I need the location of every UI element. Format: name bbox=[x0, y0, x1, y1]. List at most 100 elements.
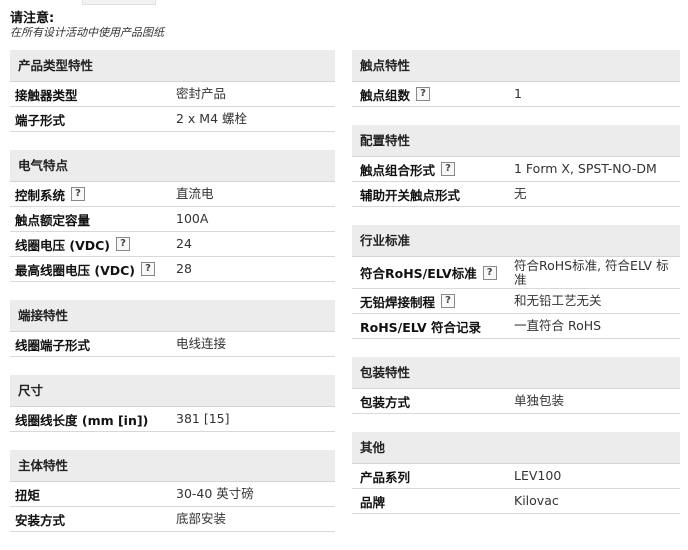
spec-label-cell: 触点组合形式? bbox=[352, 160, 514, 179]
spec-row: 线圈线长度 (mm [in]) 381 [15] bbox=[10, 407, 335, 432]
note-title: 请注意: bbox=[10, 11, 55, 26]
help-icon[interactable]: ? bbox=[416, 87, 431, 101]
spec-label-cell: 扭矩 bbox=[10, 485, 176, 504]
note-subtitle: 在所有设计活动中使用产品图纸 bbox=[10, 26, 164, 39]
spec-value: Kilovac bbox=[514, 493, 559, 508]
spec-row: 无铅焊接制程? 和无铅工艺无关 bbox=[352, 289, 680, 314]
spec-section: 主体特性 扭矩 30-40 英寸磅 安装方式 底部安装 bbox=[10, 450, 335, 532]
spec-value: 100A bbox=[176, 211, 209, 226]
spec-label: 端子形式 bbox=[15, 112, 66, 128]
spec-label-cell: 辅助开关触点形式 bbox=[352, 185, 514, 204]
spec-label: 线圈电压 (VDC) bbox=[15, 237, 111, 253]
spec-label-cell: 安装方式 bbox=[10, 510, 176, 529]
spec-section: 产品类型特性接触器类型 密封产品端子形式 2 x M4 螺栓 bbox=[10, 50, 335, 132]
note-block: 请注意: 在所有设计活动中使用产品图纸 bbox=[10, 11, 164, 40]
spec-label: 扭矩 bbox=[15, 487, 41, 503]
spec-label: 接触器类型 bbox=[15, 87, 78, 103]
help-icon[interactable]: ? bbox=[482, 265, 497, 280]
spec-value: 单独包装 bbox=[514, 393, 565, 408]
spec-label: 控制系统 bbox=[15, 187, 66, 203]
section-title: 产品类型特性 bbox=[10, 50, 335, 82]
spec-section: 行业标准 符合RoHS/ELV标准? 符合RoHS标准, 符合ELV 标准 无铅焊接制… bbox=[352, 225, 680, 339]
spec-label: 最高线圈电压 (VDC) bbox=[15, 262, 136, 278]
spec-label-cell: RoHS/ELV 符合记录 bbox=[352, 317, 514, 336]
spec-label-cell: 线圈线长度 (mm [in]) bbox=[10, 410, 176, 429]
spec-label-cell: 触点组数? bbox=[352, 85, 514, 104]
spec-label-cell: 控制系统? bbox=[10, 185, 176, 204]
spec-section: 尺寸线圈线长度 (mm [in]) 381 [15] bbox=[10, 375, 335, 432]
spec-label-cell: 无铅焊接制程? bbox=[352, 292, 514, 311]
help-icon[interactable]: ? bbox=[441, 294, 456, 308]
spec-value: 底部安装 bbox=[176, 511, 227, 526]
spec-section: 配置特性 触点组合形式? 1 Form X, SPST-NO-DM 辅助开关触点形式无 bbox=[352, 125, 680, 207]
spec-value: 24 bbox=[176, 236, 192, 251]
spec-label: 触点额定容量 bbox=[15, 212, 91, 228]
left-column: 产品类型特性 接触器类型 密封产品 端子形式 2 x M4 螺栓 电气特点 控制系统? 直流电… bbox=[10, 50, 335, 550]
spec-row: 触点组数? 1 bbox=[352, 82, 680, 107]
spec-row: 产品系列 LEV100 bbox=[352, 464, 680, 489]
spec-label: 辅助开关触点形式 bbox=[360, 187, 461, 203]
help-icon[interactable]: ? bbox=[141, 262, 156, 276]
spec-label: 产品系列 bbox=[360, 469, 411, 485]
spec-section: 电气特点 控制系统? 直流电 触点额定容量 100A 线圈电压 (VDC)? 24 最高线圈电… bbox=[10, 150, 335, 282]
spec-value: 和无铅工艺无关 bbox=[514, 293, 602, 308]
right-column: 触点特性 触点组数? 1 配置特性 触点组合形式? 1 Form X, SPST-NO-D… bbox=[352, 50, 680, 532]
section-title: 端接特性 bbox=[10, 300, 335, 332]
help-icon[interactable]: ? bbox=[71, 187, 86, 201]
spec-label-cell: 接触器类型 bbox=[10, 85, 176, 104]
spec-value: 1 bbox=[514, 86, 522, 101]
spec-value: 一直符合 RoHS bbox=[514, 318, 602, 333]
spec-label-cell: 产品系列 bbox=[352, 467, 514, 486]
spec-value: 30-40 英寸磅 bbox=[176, 486, 254, 501]
spec-label-cell: 端子形式 bbox=[10, 110, 176, 129]
top-tab bbox=[82, 0, 156, 5]
spec-row: 端子形式 2 x M4 螺栓 bbox=[10, 107, 335, 132]
spec-label: 符合RoHS/ELV标准 bbox=[360, 266, 477, 281]
spec-label: 安装方式 bbox=[15, 512, 66, 528]
spec-label-cell: 线圈端子形式 bbox=[10, 335, 176, 354]
spec-row: 线圈端子形式 电线连接 bbox=[10, 332, 335, 357]
spec-section: 触点特性 触点组数? 1 bbox=[352, 50, 680, 107]
spec-section: 其他 产品系列 LEV100 品牌 Kilovac bbox=[352, 432, 680, 514]
section-title: 其他 bbox=[352, 432, 680, 464]
spec-value: 2 x M4 螺栓 bbox=[176, 111, 248, 126]
help-icon[interactable]: ? bbox=[441, 162, 456, 176]
section-title: 包装特性 bbox=[352, 357, 680, 389]
section-title: 触点特性 bbox=[352, 50, 680, 82]
spec-label: RoHS/ELV 符合记录 bbox=[360, 319, 482, 335]
spec-value: 直流电 bbox=[176, 186, 214, 201]
section-title: 电气特点 bbox=[10, 150, 335, 182]
spec-label: 品牌 bbox=[360, 494, 386, 510]
spec-row: 触点额定容量 100A bbox=[10, 207, 335, 232]
spec-section: 包装特性 包装方式 单独包装 bbox=[352, 357, 680, 414]
spec-value: 381 [15] bbox=[176, 411, 230, 426]
section-title: 配置特性 bbox=[352, 125, 680, 157]
spec-value: 密封产品 bbox=[176, 86, 227, 101]
spec-value: 1 Form X, SPST-NO-DM bbox=[514, 161, 657, 176]
spec-section: 端接特性 线圈端子形式 电线连接 bbox=[10, 300, 335, 357]
spec-label: 触点组合形式 bbox=[360, 162, 436, 178]
spec-value: 无 bbox=[514, 186, 527, 201]
spec-row: 线圈电压 (VDC)? 24 bbox=[10, 232, 335, 257]
spec-label-cell: 最高线圈电压 (VDC)? bbox=[10, 260, 176, 279]
spec-row: 接触器类型 密封产品 bbox=[10, 82, 335, 107]
spec-row: 包装方式 单独包装 bbox=[352, 389, 680, 414]
spec-row: RoHS/ELV 符合记录 一直符合 RoHS bbox=[352, 314, 680, 339]
spec-row: 安装方式 底部安装 bbox=[10, 507, 335, 532]
spec-value: 28 bbox=[176, 261, 192, 276]
spec-label: 线圈端子形式 bbox=[15, 337, 91, 353]
spec-label-cell: 品牌 bbox=[352, 492, 514, 511]
spec-row: 控制系统? 直流电 bbox=[10, 182, 335, 207]
section-title: 行业标准 bbox=[352, 225, 680, 257]
help-icon[interactable]: ? bbox=[116, 237, 131, 251]
spec-label-cell: 线圈电压 (VDC)? bbox=[10, 235, 176, 254]
spec-label: 无铅焊接制程 bbox=[360, 294, 436, 310]
section-title: 尺寸 bbox=[10, 375, 335, 407]
spec-row: 品牌 Kilovac bbox=[352, 489, 680, 514]
spec-label: 线圈线长度 (mm [in]) bbox=[15, 412, 149, 428]
spec-label-cell: 触点额定容量 bbox=[10, 210, 176, 229]
spec-row: 触点组合形式? 1 Form X, SPST-NO-DM bbox=[352, 157, 680, 182]
spec-row: 扭矩 30-40 英寸磅 bbox=[10, 482, 335, 507]
spec-value: 符合RoHS标准, 符合ELV 标准 bbox=[514, 257, 669, 287]
spec-row: 符合RoHS/ELV标准? 符合RoHS标准, 符合ELV 标准 bbox=[352, 257, 680, 289]
